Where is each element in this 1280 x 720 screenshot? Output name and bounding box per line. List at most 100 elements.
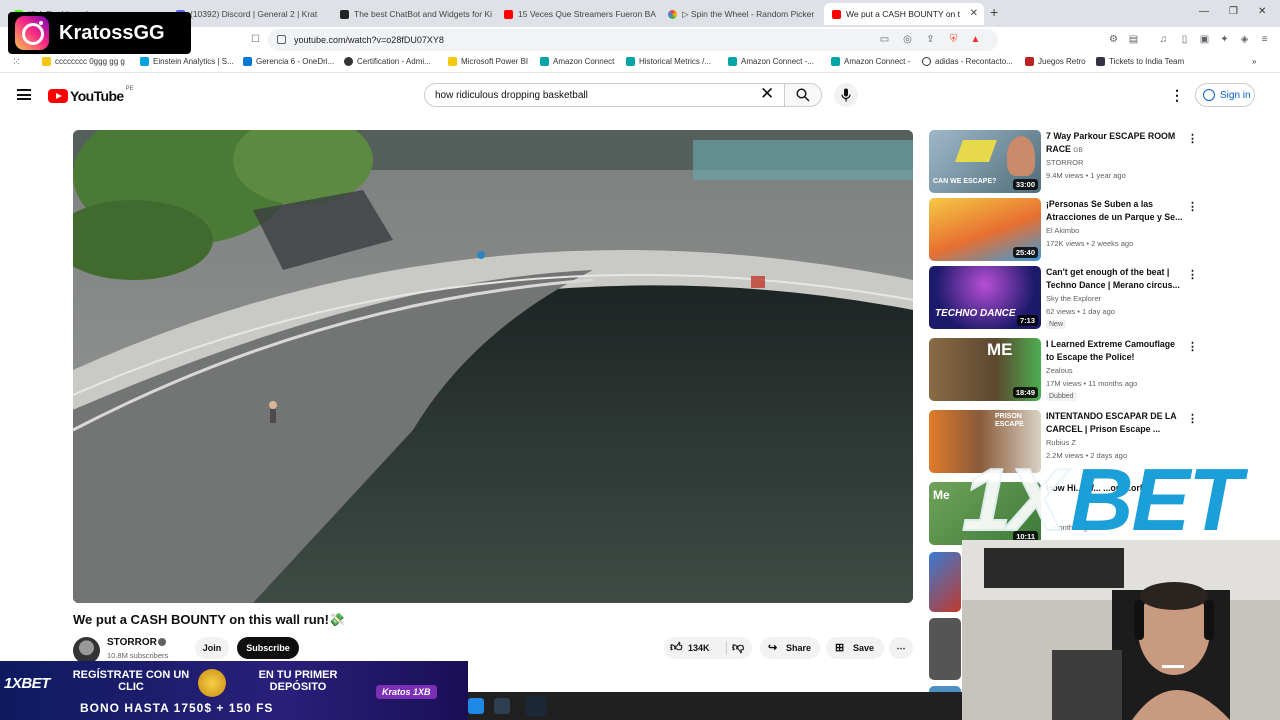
tab-discord[interactable]: (10392) Discord | General 2 | Krat: [168, 3, 328, 25]
minimize-icon[interactable]: —: [1199, 6, 1209, 17]
recommended-title[interactable]: 7 Way Parkour ESCAPE ROOM RACE GB: [1046, 130, 1184, 156]
join-button[interactable]: Join: [195, 637, 229, 659]
more-options-icon[interactable]: ⋮: [1187, 132, 1198, 145]
recommended-title[interactable]: Can't get enough of the beat | Techno Da…: [1046, 266, 1184, 292]
bookmark-item[interactable]: Einstein Analytics | S...: [140, 57, 234, 66]
tab-label: 15 Veces Que Streamers Fueron BAN: [518, 9, 656, 19]
channel-avatar[interactable]: [73, 637, 100, 664]
menu-icon[interactable]: ≡: [1259, 34, 1270, 45]
steam-icon[interactable]: [526, 696, 546, 716]
bookmark-item[interactable]: Juegos Retro: [1025, 57, 1086, 66]
more-bookmarks-icon[interactable]: »: [1252, 57, 1256, 66]
arrow-graphic: [954, 140, 998, 162]
vpn-icon[interactable]: ◈: [1239, 34, 1250, 45]
rewards-icon[interactable]: ▲: [970, 34, 981, 45]
recommended-meta: 172K views • 2 weeks ago: [1046, 239, 1134, 248]
bookmark-item[interactable]: adidas - Recontacto...: [922, 57, 1013, 66]
sign-in-button[interactable]: Sign in: [1195, 83, 1255, 107]
tab-chatbot[interactable]: The best ChatBot and Widgets for Ki: [332, 3, 492, 25]
account-icon: [1203, 89, 1215, 101]
tab-search-icon[interactable]: ▤: [1128, 34, 1139, 45]
more-options-icon[interactable]: ⋮: [1187, 412, 1198, 425]
more-options-icon[interactable]: ⋮: [1187, 340, 1198, 353]
bookmark-item[interactable]: cccccccc 0ggg gg g: [42, 57, 125, 66]
sponsor-logo: 1X BET: [961, 449, 1250, 550]
video-player[interactable]: [73, 130, 913, 603]
ad-banner: 1XBET REGÍSTRATE CON UN CLIC EN TU PRIME…: [0, 661, 468, 720]
cast-icon[interactable]: ▭: [879, 34, 890, 45]
clear-search-icon[interactable]: ✕: [760, 85, 774, 103]
video-thumbnail[interactable]: CAN WE ESCAPE? 33:00: [929, 130, 1041, 193]
like-icon[interactable]: 👍︎: [670, 640, 683, 655]
more-options-icon[interactable]: ⋮: [1170, 87, 1184, 104]
bookmark-icon[interactable]: ☐: [250, 34, 261, 45]
tab-active-video[interactable]: We put a CASH BOUNTY on t ✕: [824, 3, 984, 25]
share-icon[interactable]: ⇪: [925, 34, 936, 45]
wallet-icon[interactable]: ▣: [1199, 34, 1210, 45]
dislike-icon[interactable]: 👎︎: [732, 640, 744, 655]
restore-icon[interactable]: ❐: [1229, 6, 1238, 17]
brave-shield-icon[interactable]: ⛨: [948, 34, 959, 45]
tab-spin-wheel[interactable]: ▷ Spin the Wheel - Random Picker: [660, 3, 820, 25]
video-thumbnail[interactable]: [929, 618, 961, 680]
media-icon[interactable]: ♫: [1158, 34, 1169, 45]
bookmark-item[interactable]: Amazon Connect -...: [728, 57, 814, 66]
recommended-channel[interactable]: STORROR: [1046, 158, 1083, 167]
recommended-channel[interactable]: Sky the Explorer: [1046, 294, 1101, 303]
apps-icon[interactable]: ⁙: [11, 57, 22, 68]
thumbnail-text: PRISON ESCAPE: [995, 413, 1024, 428]
share-button[interactable]: ↪ Share: [760, 637, 820, 659]
recommended-title[interactable]: INTENTANDO ESCAPAR DE LA CARCEL | Prison…: [1046, 410, 1184, 436]
subscribe-button[interactable]: Subscribe: [237, 637, 299, 659]
app-icon[interactable]: [494, 698, 510, 714]
thumbnail-text: TECHNO DANCE: [935, 308, 1016, 319]
app-icon[interactable]: [468, 698, 484, 714]
region-code: PE: [125, 86, 134, 92]
recommended-channel[interactable]: Zealous: [1046, 366, 1073, 375]
bookmark-item[interactable]: Gerencia 6 - OneDri...: [243, 57, 334, 66]
youtube-play-icon: [48, 89, 68, 103]
more-options-icon[interactable]: ⋮: [1187, 268, 1198, 281]
bookmark-item[interactable]: Microsoft Power BI: [448, 57, 528, 66]
more-options-icon[interactable]: ⋮: [1187, 200, 1198, 213]
bookmark-item[interactable]: Historical Metrics /...: [626, 57, 711, 66]
channel-name[interactable]: STORROR: [107, 637, 157, 648]
site-info-icon[interactable]: [277, 35, 286, 44]
recommended-video[interactable]: TECHNO DANCE 7:13 Can't get enough of th…: [929, 266, 1204, 330]
recommended-title[interactable]: I Learned Extreme Camouflage to Escape t…: [1046, 338, 1184, 364]
like-count: 134K: [688, 643, 710, 653]
hamburger-menu-icon[interactable]: [17, 89, 31, 100]
bookmark-item[interactable]: Amazon Connect -: [831, 57, 910, 66]
new-tab-button[interactable]: +: [990, 4, 998, 20]
video-thumbnail[interactable]: ME 18:49: [929, 338, 1041, 401]
ad-promo: BONO HASTA 1750$ + 150 FS: [80, 701, 274, 715]
tab-streamers-video[interactable]: 15 Veces Que Streamers Fueron BAN: [496, 3, 656, 25]
leo-icon[interactable]: ✦: [1219, 34, 1230, 45]
recommended-video[interactable]: 25:40 ¡Personas Se Suben a las Atraccion…: [929, 198, 1204, 262]
video-frame: [73, 130, 913, 603]
video-thumbnail[interactable]: [929, 552, 961, 612]
bookmark-item[interactable]: Tickets to India Team: [1096, 57, 1184, 66]
divider: [726, 641, 727, 655]
bookmark-item[interactable]: Amazon Connect: [540, 57, 614, 66]
recommended-video[interactable]: ME 18:49 I Learned Extreme Camouflage to…: [929, 338, 1204, 402]
search-button[interactable]: [784, 83, 822, 107]
extensions-icon[interactable]: ⚙: [1108, 34, 1119, 45]
lens-icon[interactable]: ◎: [902, 34, 913, 45]
voice-search-button[interactable]: [834, 83, 858, 107]
recommended-video[interactable]: CAN WE ESCAPE? 33:00 7 Way Parkour ESCAP…: [929, 130, 1204, 194]
video-thumbnail[interactable]: TECHNO DANCE 7:13: [929, 266, 1041, 329]
youtube-logo[interactable]: YouTube PE: [48, 86, 134, 104]
more-actions-button[interactable]: ⋯: [889, 637, 913, 659]
video-thumbnail[interactable]: 25:40: [929, 198, 1041, 261]
recommended-channel[interactable]: Rubius Z: [1046, 438, 1076, 447]
thumbnail-text: CAN WE ESCAPE?: [933, 178, 997, 185]
close-icon[interactable]: ✕: [970, 8, 978, 19]
recommended-channel[interactable]: El Akimbo: [1046, 226, 1079, 235]
sidebar-icon[interactable]: ▯: [1179, 34, 1190, 45]
recommended-title[interactable]: ¡Personas Se Suben a las Atracciones de …: [1046, 198, 1184, 224]
search-input[interactable]: how ridiculous dropping basketball: [424, 83, 786, 107]
save-button[interactable]: ⊞ Save: [826, 637, 884, 659]
bookmark-item[interactable]: Certification - Admi...: [344, 57, 431, 66]
close-window-icon[interactable]: ✕: [1258, 6, 1266, 17]
